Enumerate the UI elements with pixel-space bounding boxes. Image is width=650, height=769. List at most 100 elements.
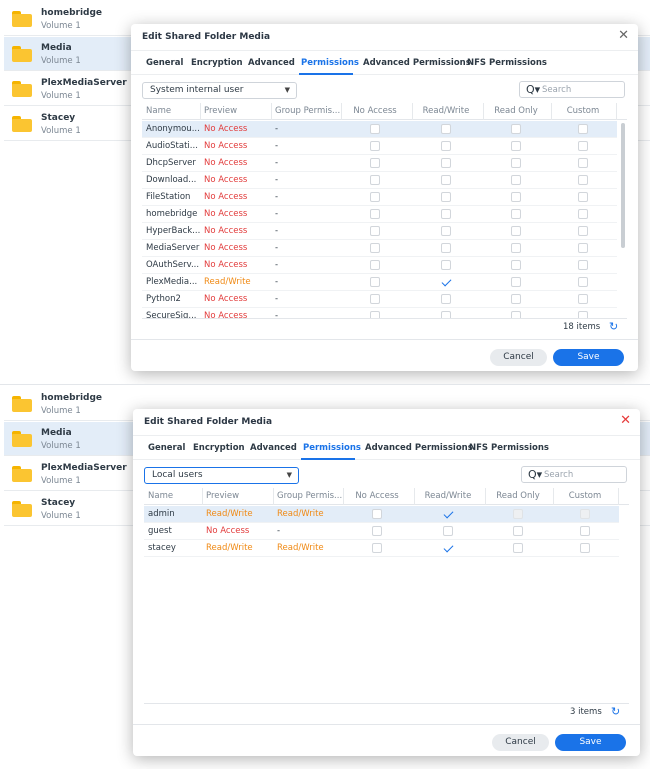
user-type-select[interactable]: System internal user ▼ bbox=[142, 82, 297, 99]
checkbox-read-write[interactable] bbox=[441, 209, 451, 219]
tab-encryption[interactable]: Encryption bbox=[191, 58, 243, 68]
checkbox-no-access[interactable] bbox=[370, 124, 380, 134]
column-header[interactable]: Read/Write bbox=[408, 491, 488, 501]
search-input[interactable] bbox=[544, 469, 622, 481]
column-header[interactable]: No Access bbox=[337, 491, 417, 501]
checkbox-no-access[interactable] bbox=[370, 209, 380, 219]
column-header[interactable]: Custom bbox=[545, 491, 625, 501]
table-row[interactable]: stacey Read/Write Read/Write bbox=[144, 540, 619, 557]
checkbox-read-write[interactable] bbox=[441, 260, 451, 270]
checkbox-custom[interactable] bbox=[580, 543, 590, 553]
checkbox-read-write[interactable] bbox=[443, 509, 453, 519]
table-row[interactable]: OAuthServ... No Access - bbox=[142, 257, 617, 274]
checkbox-read-write[interactable] bbox=[443, 543, 453, 553]
checkbox-read-only[interactable] bbox=[511, 311, 521, 318]
tab-permissions[interactable]: Permissions bbox=[301, 58, 359, 68]
checkbox-read-only[interactable] bbox=[511, 226, 521, 236]
tab-nfs-permissions[interactable]: NFS Permissions bbox=[467, 58, 547, 68]
checkbox-custom[interactable] bbox=[578, 277, 588, 287]
checkbox-no-access[interactable] bbox=[370, 226, 380, 236]
table-row[interactable]: HyperBack... No Access - bbox=[142, 223, 617, 240]
checkbox-no-access[interactable] bbox=[370, 260, 380, 270]
checkbox-read-only[interactable] bbox=[511, 209, 521, 219]
checkbox-read-write[interactable] bbox=[443, 526, 453, 536]
table-row[interactable]: FileStation No Access - bbox=[142, 189, 617, 206]
checkbox-custom[interactable] bbox=[578, 158, 588, 168]
checkbox-read-write[interactable] bbox=[441, 141, 451, 151]
cancel-button[interactable]: Cancel bbox=[490, 349, 547, 366]
tab-advanced-permissions[interactable]: Advanced Permissions bbox=[365, 443, 473, 453]
checkbox-no-access[interactable] bbox=[370, 277, 380, 287]
tab-advanced-permissions[interactable]: Advanced Permissions bbox=[363, 58, 471, 68]
checkbox-custom[interactable] bbox=[580, 526, 590, 536]
checkbox-read-only[interactable] bbox=[511, 294, 521, 304]
checkbox-custom[interactable] bbox=[580, 509, 590, 519]
checkbox-no-access[interactable] bbox=[370, 192, 380, 202]
save-button[interactable]: Save bbox=[553, 349, 624, 366]
checkbox-no-access[interactable] bbox=[372, 509, 382, 519]
save-button[interactable]: Save bbox=[555, 734, 626, 751]
table-row[interactable]: DhcpServer No Access - bbox=[142, 155, 617, 172]
grid-scrollbar[interactable] bbox=[621, 123, 625, 248]
checkbox-read-only[interactable] bbox=[511, 175, 521, 185]
checkbox-read-only[interactable] bbox=[513, 526, 523, 536]
checkbox-read-only[interactable] bbox=[513, 543, 523, 553]
table-row[interactable]: Python2 No Access - bbox=[142, 291, 617, 308]
refresh-icon[interactable]: ↻ bbox=[609, 320, 618, 333]
checkbox-read-write[interactable] bbox=[441, 311, 451, 318]
table-row[interactable]: MediaServer No Access - bbox=[142, 240, 617, 257]
table-row[interactable]: SecureSig... No Access - bbox=[142, 308, 617, 318]
checkbox-no-access[interactable] bbox=[370, 294, 380, 304]
checkbox-read-write[interactable] bbox=[441, 192, 451, 202]
checkbox-read-only[interactable] bbox=[511, 192, 521, 202]
column-header[interactable]: No Access bbox=[335, 106, 415, 116]
checkbox-no-access[interactable] bbox=[370, 311, 380, 318]
checkbox-no-access[interactable] bbox=[372, 543, 382, 553]
column-header[interactable]: Read/Write bbox=[406, 106, 486, 116]
checkbox-read-write[interactable] bbox=[441, 277, 451, 287]
column-header[interactable]: Group Permis... bbox=[275, 106, 340, 116]
checkbox-custom[interactable] bbox=[578, 243, 588, 253]
checkbox-custom[interactable] bbox=[578, 175, 588, 185]
checkbox-read-only[interactable] bbox=[513, 509, 523, 519]
cancel-button[interactable]: Cancel bbox=[492, 734, 549, 751]
tab-permissions[interactable]: Permissions bbox=[303, 443, 361, 453]
table-row[interactable]: guest No Access - bbox=[144, 523, 619, 540]
checkbox-custom[interactable] bbox=[578, 141, 588, 151]
column-header[interactable]: Name bbox=[148, 491, 173, 501]
checkbox-no-access[interactable] bbox=[370, 175, 380, 185]
checkbox-custom[interactable] bbox=[578, 209, 588, 219]
checkbox-read-only[interactable] bbox=[511, 141, 521, 151]
checkbox-read-write[interactable] bbox=[441, 175, 451, 185]
tab-general[interactable]: General bbox=[148, 443, 185, 453]
checkbox-no-access[interactable] bbox=[370, 141, 380, 151]
checkbox-custom[interactable] bbox=[578, 311, 588, 318]
checkbox-read-write[interactable] bbox=[441, 124, 451, 134]
checkbox-read-only[interactable] bbox=[511, 260, 521, 270]
tab-advanced[interactable]: Advanced bbox=[248, 58, 295, 68]
column-header[interactable]: Preview bbox=[206, 491, 239, 501]
checkbox-custom[interactable] bbox=[578, 192, 588, 202]
tab-general[interactable]: General bbox=[146, 58, 183, 68]
close-icon[interactable]: ✕ bbox=[618, 29, 629, 43]
table-row[interactable]: homebridge No Access - bbox=[142, 206, 617, 223]
tab-encryption[interactable]: Encryption bbox=[193, 443, 245, 453]
checkbox-read-only[interactable] bbox=[511, 243, 521, 253]
checkbox-read-write[interactable] bbox=[441, 226, 451, 236]
refresh-icon[interactable]: ↻ bbox=[611, 705, 620, 718]
column-header[interactable]: Name bbox=[146, 106, 171, 116]
checkbox-read-only[interactable] bbox=[511, 124, 521, 134]
checkbox-custom[interactable] bbox=[578, 124, 588, 134]
checkbox-no-access[interactable] bbox=[370, 243, 380, 253]
checkbox-read-write[interactable] bbox=[441, 158, 451, 168]
checkbox-custom[interactable] bbox=[578, 226, 588, 236]
table-row[interactable]: AudioStati... No Access - bbox=[142, 138, 617, 155]
table-row[interactable]: admin Read/Write Read/Write bbox=[144, 506, 619, 523]
checkbox-read-write[interactable] bbox=[441, 243, 451, 253]
checkbox-no-access[interactable] bbox=[372, 526, 382, 536]
search-input[interactable] bbox=[542, 84, 620, 96]
tab-nfs-permissions[interactable]: NFS Permissions bbox=[469, 443, 549, 453]
table-row[interactable]: Download... No Access - bbox=[142, 172, 617, 189]
checkbox-custom[interactable] bbox=[578, 294, 588, 304]
checkbox-read-write[interactable] bbox=[441, 294, 451, 304]
